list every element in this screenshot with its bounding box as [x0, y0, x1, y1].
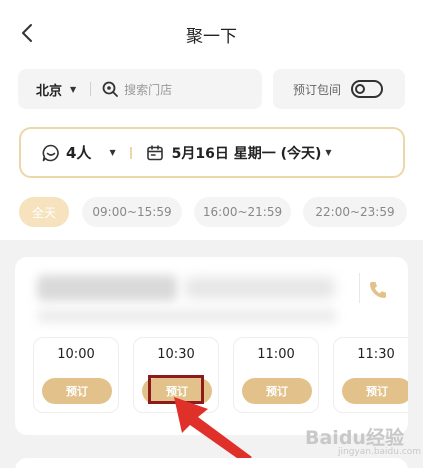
book-button[interactable]: 预订 [342, 378, 408, 404]
people-count[interactable]: 4人 [66, 142, 91, 163]
caret-down-icon[interactable]: ▼ [109, 148, 115, 157]
slot-time: 10:00 [57, 347, 95, 362]
toggle-knob [355, 84, 366, 94]
watermark-logo: Baidu经验 [305, 427, 404, 449]
book-button[interactable]: 预订 [42, 378, 112, 404]
nav-bar: 聚一下 [0, 0, 423, 64]
blurred-store-name [37, 275, 177, 301]
chat-bubble-icon [42, 144, 59, 161]
divider [129, 146, 132, 159]
watermark-url: jingyan.baidu.com [338, 447, 422, 457]
package-toggle-label: 预订包间 [293, 82, 342, 97]
date-selector[interactable]: 5月16日 星期一 (今天) [172, 143, 322, 163]
city-selector[interactable]: 北京 [36, 80, 62, 99]
calendar-icon [146, 144, 163, 160]
caret-down-icon[interactable]: ▼ [70, 85, 76, 94]
time-chip-morning[interactable]: 09:00~15:59 [82, 197, 182, 227]
time-chip-all-day[interactable]: 全天 [19, 197, 69, 227]
slot-time: 10:30 [157, 347, 195, 362]
search-icon [102, 81, 119, 97]
time-slot-card[interactable]: 10:00 预订 [33, 337, 119, 413]
slot-time: 11:00 [257, 347, 295, 362]
package-toggle-box[interactable]: 预订包间 [273, 69, 405, 109]
pointer-arrow-icon [174, 397, 252, 463]
search-input[interactable]: 搜索门店 [124, 81, 172, 98]
blurred-store-address [37, 309, 337, 323]
package-toggle-switch[interactable] [351, 80, 384, 98]
slot-time: 11:30 [357, 347, 395, 362]
people-date-selector: 4人 ▼ 5月16日 星期一 (今天) ▼ [19, 127, 405, 178]
page-title: 聚一下 [186, 27, 237, 47]
divider [90, 82, 92, 96]
divider [359, 273, 360, 303]
time-slot-card[interactable]: 11:30 预订 [333, 337, 408, 413]
phone-icon[interactable] [367, 279, 389, 301]
city-search-bar: 北京 ▼ 搜索门店 [18, 69, 262, 109]
blurred-store-info [185, 277, 335, 299]
next-store-card[interactable] [15, 458, 408, 468]
time-chip-evening[interactable]: 16:00~21:59 [194, 197, 291, 227]
caret-down-icon[interactable]: ▼ [325, 148, 331, 157]
time-chip-night[interactable]: 22:00~23:59 [303, 197, 407, 227]
